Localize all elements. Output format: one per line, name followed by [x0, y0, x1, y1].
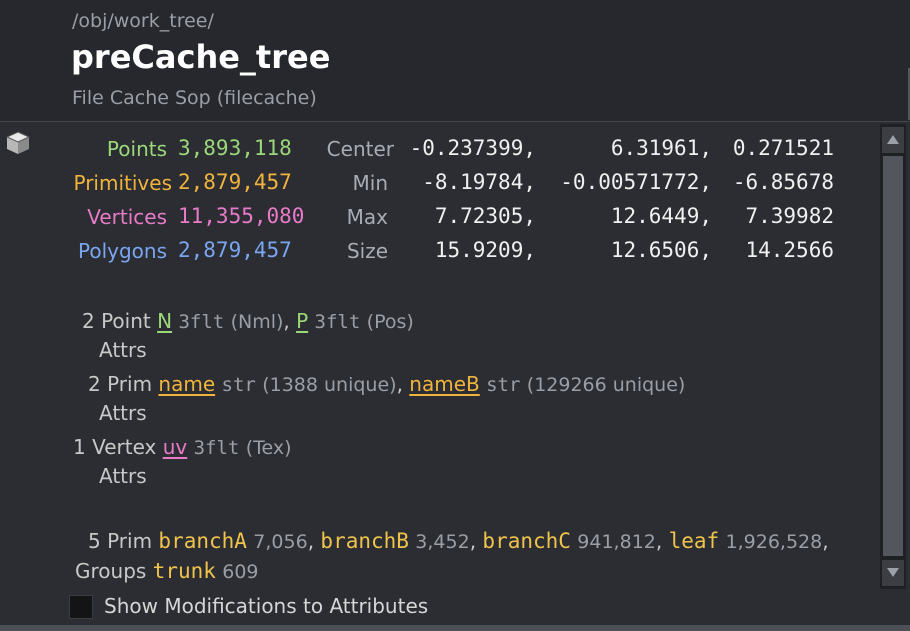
group-leaf-count: 1,926,528: [725, 531, 823, 553]
node-type: File Cache Sop (filecache): [72, 87, 317, 109]
min-x: -8.19784,: [422, 170, 536, 194]
prim-attrs-label2: Attrs: [99, 401, 147, 425]
size-label: Size: [346, 239, 388, 263]
size-y: 12.6506,: [610, 238, 712, 262]
prim-groups-count-label: 5 Prim: [88, 529, 153, 553]
max-y: 12.6449,: [610, 204, 712, 228]
prim-attr-nameB-type: str: [486, 374, 521, 396]
prim-attrs-count-label: 2 Prim: [88, 372, 153, 396]
prim-attr-name-type: str: [221, 374, 256, 396]
prim-attr-nameB-info: (129266 unique): [526, 374, 686, 396]
vertex-attrs-label2: Attrs: [99, 464, 147, 488]
prim-attr-name[interactable]: name: [158, 372, 215, 396]
group-branchB[interactable]: branchB: [320, 529, 409, 553]
separator: ,: [396, 372, 403, 396]
scroll-up-button[interactable]: [882, 127, 904, 153]
point-attr-P[interactable]: P: [296, 309, 308, 333]
prim-attr-nameB[interactable]: nameB: [409, 372, 479, 396]
prim-attrs-row: 2 Prim name str (1388 unique), nameB str…: [88, 372, 685, 396]
group-branchA[interactable]: branchA: [158, 529, 247, 553]
max-label: Max: [346, 205, 388, 229]
point-attr-N-info: (Nml): [230, 311, 284, 333]
size-x: 15.9209,: [434, 238, 536, 262]
vertical-scrollbar[interactable]: [880, 124, 906, 589]
scroll-down-button[interactable]: [882, 560, 904, 586]
points-label: Points: [106, 137, 167, 161]
max-z: 7.39982: [745, 204, 834, 228]
show-modifications-label[interactable]: Show Modifications to Attributes: [104, 594, 428, 618]
point-attrs-row: 2 Point N 3flt (Nml), P 3flt (Pos): [82, 309, 414, 333]
group-branchC-count: 941,812: [577, 531, 656, 553]
prim-groups-label2: Groups: [75, 559, 147, 583]
vertices-value: 11,355,080: [178, 204, 305, 228]
group-branchA-count: 7,056: [253, 531, 308, 553]
vertex-attr-uv-type: 3flt: [193, 437, 240, 459]
vertex-attr-uv[interactable]: uv: [163, 435, 188, 459]
show-modifications-checkbox[interactable]: [69, 595, 93, 619]
separator: ,: [655, 529, 663, 553]
separator: ,: [283, 309, 290, 333]
group-branchC[interactable]: branchC: [482, 529, 571, 553]
vertex-attrs-row: 1 Vertex uv 3flt (Tex): [73, 435, 292, 459]
group-branchB-count: 3,452: [415, 531, 470, 553]
vertices-label: Vertices: [87, 205, 167, 229]
center-z: 0.271521: [732, 136, 834, 160]
points-value: 3,893,118: [178, 136, 292, 160]
group-leaf[interactable]: leaf: [669, 529, 720, 553]
arrow-down-icon: [887, 568, 899, 577]
vertex-attrs-count-label: 1 Vertex: [73, 435, 157, 459]
scrollbar-thumb[interactable]: [883, 156, 903, 556]
min-label: Min: [352, 171, 389, 195]
vertex-attr-uv-info: (Tex): [245, 437, 292, 459]
max-x: 7.72305,: [434, 204, 536, 228]
point-attrs-count-label: 2 Point: [82, 309, 151, 333]
separator: ,: [822, 529, 829, 553]
prim-attr-name-info: (1388 unique): [262, 374, 397, 396]
center-label: Center: [326, 137, 394, 161]
node-path[interactable]: /obj/work_tree/: [72, 10, 214, 32]
bottom-divider: [0, 625, 910, 631]
arrow-up-icon: [887, 135, 899, 144]
node-header: /obj/work_tree/ preCache_tree File Cache…: [0, 0, 910, 122]
primitives-label: Primitives: [73, 171, 173, 195]
min-z: -6.85678: [732, 170, 834, 194]
separator: ,: [307, 529, 315, 553]
point-attr-P-info: (Pos): [366, 311, 414, 333]
group-trunk-count: 609: [222, 561, 259, 583]
polygons-label: Polygons: [77, 239, 167, 263]
separator: ,: [469, 529, 477, 553]
min-y: -0.00571772,: [560, 170, 712, 194]
point-attr-N-type: 3flt: [178, 311, 225, 333]
prim-groups-row: 5 Prim branchA 7,056, branchB 3,452, bra…: [88, 529, 829, 553]
geometry-stats: Points 3,893,118 Primitives 2,879,457 Ve…: [0, 132, 880, 272]
size-z: 14.2566: [745, 238, 834, 262]
prim-groups-row2: Groups trunk 609: [75, 559, 259, 583]
point-attr-P-type: 3flt: [314, 311, 361, 333]
center-x: -0.237399,: [409, 136, 536, 160]
center-y: 6.31961,: [610, 136, 712, 160]
node-name: preCache_tree: [71, 38, 331, 76]
group-trunk[interactable]: trunk: [153, 559, 216, 583]
primitives-value: 2,879,457: [178, 170, 292, 194]
point-attr-N[interactable]: N: [157, 309, 172, 333]
point-attrs-label2: Attrs: [99, 338, 147, 362]
polygons-value: 2,879,457: [178, 238, 292, 262]
